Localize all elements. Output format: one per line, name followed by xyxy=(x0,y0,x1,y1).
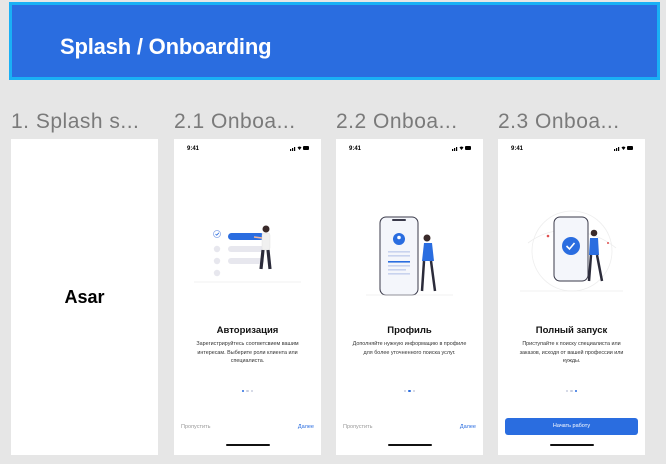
next-button[interactable]: Далее xyxy=(460,424,476,430)
status-time: 9:41 xyxy=(349,146,362,152)
status-time: 9:41 xyxy=(511,146,524,152)
app-logo: Asar xyxy=(64,287,105,307)
page-indicator xyxy=(498,382,645,392)
profile-illustration xyxy=(366,216,453,296)
frame-splash[interactable]: Asar xyxy=(11,139,158,455)
slide-title: Авторизация xyxy=(216,325,279,336)
slide-description: Приступайте к поиску специалиста или зак… xyxy=(519,341,624,365)
authorization-illustration xyxy=(194,225,301,283)
frame-label-onboarding-2[interactable]: 2.2 Onboa... xyxy=(336,110,458,134)
skip-button[interactable]: Пропустить xyxy=(181,424,210,430)
frame-label-splash[interactable]: 1. Splash s... xyxy=(11,110,139,134)
frame-onboarding-2[interactable]: 9:41 Профиль Дополняйте нужную информаци… xyxy=(336,139,483,455)
start-work-button[interactable]: Начать работу xyxy=(505,418,638,435)
home-indicator xyxy=(549,444,594,447)
next-button[interactable]: Далее xyxy=(298,424,314,430)
frame-label-onboarding-1[interactable]: 2.1 Onboa... xyxy=(174,110,296,134)
frame-onboarding-3[interactable]: 9:41 Полный запуск Приступайте к поиску … xyxy=(498,139,645,455)
frame-onboarding-1[interactable]: 9:41 Авторизация Зарегистрируйтесь соотв… xyxy=(174,139,321,455)
page-indicator xyxy=(336,382,483,392)
slide-title: Полный запуск xyxy=(535,325,608,336)
section-title: Splash / Onboarding xyxy=(60,34,272,59)
home-indicator xyxy=(225,444,270,447)
page-indicator xyxy=(174,382,321,392)
launch-illustration xyxy=(520,210,623,292)
status-icons xyxy=(290,146,309,151)
frame-label-onboarding-3[interactable]: 2.3 Onboa... xyxy=(498,110,620,134)
status-icons xyxy=(614,146,633,151)
status-time: 9:41 xyxy=(187,146,200,152)
home-indicator xyxy=(387,444,432,447)
section-banner: Splash / Onboarding xyxy=(9,2,660,80)
slide-description: Зарегистрируйтесь соответсвием вашим инт… xyxy=(196,341,299,365)
slide-description: Дополняйте нужную информацию в профиле д… xyxy=(352,341,467,356)
status-icons xyxy=(452,146,471,151)
slide-title: Профиль xyxy=(387,325,432,336)
skip-button[interactable]: Пропустить xyxy=(343,424,372,430)
